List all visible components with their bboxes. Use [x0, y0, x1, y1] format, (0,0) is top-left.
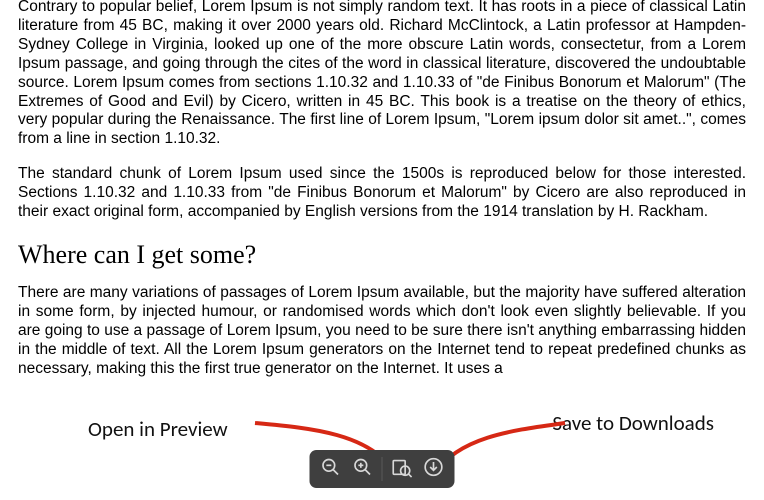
section-heading: Where can I get some?	[18, 240, 746, 270]
download-icon	[424, 457, 444, 482]
open-in-preview-button[interactable]	[387, 454, 417, 484]
body-paragraph-1: Contrary to popular belief, Lorem Ipsum …	[18, 0, 746, 149]
body-paragraph-3: There are many variations of passages of…	[18, 284, 746, 379]
toolbar-divider	[382, 457, 383, 481]
zoom-out-icon	[321, 457, 341, 482]
annotation-open-in-preview: Open in Preview	[88, 416, 228, 442]
annotation-save-to-downloads: Save to Downloads	[552, 410, 714, 436]
save-to-downloads-button[interactable]	[419, 454, 449, 484]
zoom-in-button[interactable]	[348, 454, 378, 484]
zoom-in-icon	[353, 457, 373, 482]
pdf-toolbar	[310, 450, 455, 488]
zoom-out-button[interactable]	[316, 454, 346, 484]
body-paragraph-2: The standard chunk of Lorem Ipsum used s…	[18, 165, 746, 222]
open-in-preview-icon	[391, 456, 413, 483]
